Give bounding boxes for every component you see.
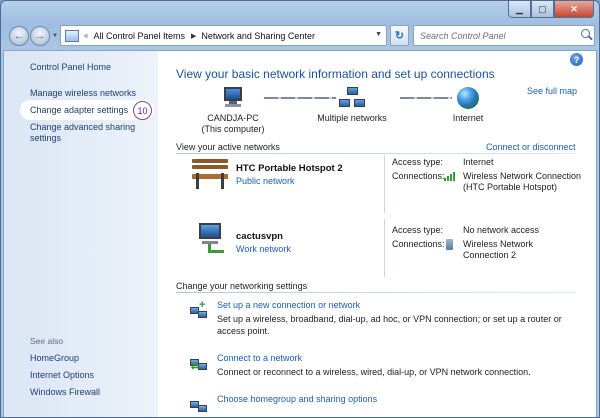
wireless-connection-2-link[interactable]: Wireless Network Connection 2: [463, 239, 553, 261]
vertical-divider: [384, 155, 385, 213]
access-type-label: Access type:: [392, 225, 444, 235]
forward-arrow-icon: →: [34, 30, 46, 42]
network-type-link[interactable]: Work network: [236, 244, 291, 254]
minimize-button[interactable]: ▁: [508, 1, 531, 18]
globe-icon: [457, 87, 479, 109]
computer-subtitle: (This computer): [201, 124, 265, 134]
help-icon[interactable]: ?: [570, 53, 583, 66]
change-adapter-settings-link[interactable]: Change adapter settings: [30, 105, 128, 116]
work-network-icon[interactable]: [194, 223, 226, 255]
see-also-heading: See also: [30, 336, 64, 346]
multiple-networks-icon: [338, 87, 366, 111]
connect-or-disconnect-link[interactable]: Connect or disconnect: [486, 142, 576, 152]
search-icon[interactable]: [581, 29, 590, 38]
wireless-connection-link[interactable]: Wireless Network Connection (HTC Portabl…: [463, 171, 583, 193]
step-badge: 10: [133, 101, 152, 120]
multiple-networks-label: Multiple networks: [317, 113, 387, 123]
sidebar: Control Panel Home Manage wireless netwo…: [4, 51, 158, 417]
public-network-bench-icon[interactable]: [192, 159, 228, 191]
maximize-icon: ▢: [538, 3, 547, 14]
network-type-link[interactable]: Public network: [236, 176, 295, 186]
map-node-internet[interactable]: Internet: [444, 87, 492, 124]
map-node-multiple-networks[interactable]: Multiple networks: [310, 87, 394, 124]
breadcrumb-separator-icon[interactable]: ▶: [191, 32, 196, 40]
breadcrumb-network-and-sharing-center[interactable]: Network and Sharing Center: [201, 31, 315, 41]
address-dropdown-icon[interactable]: ▼: [375, 31, 382, 38]
connections-label: Connections:: [392, 239, 445, 249]
access-type-value: No network access: [463, 225, 540, 235]
maximize-button[interactable]: ▢: [531, 1, 554, 18]
set-up-new-connection-link[interactable]: Set up a new connection or network: [217, 300, 360, 310]
network-sharing-center-window: ▁ ▢ ✕ ← → ▼ « All Control Panel Items ▶ …: [0, 0, 600, 418]
minimize-icon: ▁: [516, 3, 523, 14]
change-settings-heading: Change your networking settings: [176, 281, 308, 291]
map-node-computer[interactable]: CANDJA-PC (This computer): [200, 87, 266, 135]
content-area: Control Panel Home Manage wireless netwo…: [3, 50, 597, 417]
homegroup-link[interactable]: HomeGroup: [30, 353, 79, 364]
change-advanced-sharing-settings-link[interactable]: Change advanced sharing settings: [30, 122, 150, 144]
access-type-value: Internet: [463, 157, 494, 167]
active-network-2: cactusvpn Work network Access type: No n…: [176, 219, 586, 285]
new-connection-icon: +: [190, 300, 208, 318]
computer-icon: [221, 87, 245, 109]
network-name: HTC Portable Hotspot 2: [236, 163, 343, 174]
breadcrumb-overflow[interactable]: «: [84, 31, 88, 40]
internet-label: Internet: [452, 113, 484, 123]
connect-to-network-link[interactable]: Connect to a network: [217, 353, 302, 363]
task-description: Connect or reconnect to a wireless, wire…: [217, 367, 531, 377]
page-title: View your basic network information and …: [176, 67, 495, 81]
navigation-bar: ← → ▼ « All Control Panel Items ▶ Networ…: [1, 23, 599, 49]
active-network-1: HTC Portable Hotspot 2 Public network Ac…: [176, 155, 586, 221]
control-panel-home-link[interactable]: Control Panel Home: [30, 62, 111, 73]
wireless-signal-icon: [444, 172, 458, 181]
task-description: Set up a wireless, broadband, dial-up, a…: [217, 314, 562, 336]
control-panel-icon: [65, 29, 79, 42]
main-panel: ? View your basic network information an…: [158, 51, 596, 417]
forward-button[interactable]: →: [30, 26, 50, 46]
manage-wireless-networks-link[interactable]: Manage wireless networks: [30, 88, 136, 99]
caption-buttons: ▁ ▢ ✕: [508, 1, 594, 18]
connections-label: Connections:: [392, 171, 445, 181]
back-button[interactable]: ←: [9, 26, 29, 46]
homegroup-icon: [190, 396, 208, 412]
search-input[interactable]: [413, 25, 595, 46]
section-divider: [176, 153, 576, 154]
vertical-divider: [384, 219, 385, 277]
choose-homegroup-sharing-link[interactable]: Choose homegroup and sharing options: [217, 394, 377, 404]
access-type-label: Access type:: [392, 157, 444, 167]
network-adapter-icon: [446, 239, 453, 250]
windows-firewall-link[interactable]: Windows Firewall: [30, 387, 100, 398]
refresh-icon: ↻: [394, 30, 405, 42]
network-name: cactusvpn: [236, 231, 283, 242]
connect-network-icon: ⇄: [190, 355, 208, 371]
breadcrumb-all-control-panel-items[interactable]: All Control Panel Items: [93, 31, 185, 41]
see-full-map-link[interactable]: See full map: [527, 86, 577, 96]
close-button[interactable]: ✕: [554, 1, 594, 18]
computer-name: CANDJA-PC: [207, 113, 259, 123]
internet-options-link[interactable]: Internet Options: [30, 370, 94, 381]
section-divider: [176, 292, 576, 293]
recent-pages-dropdown-icon[interactable]: ▼: [52, 33, 58, 39]
active-networks-heading: View your active networks: [176, 142, 280, 152]
back-arrow-icon: ←: [13, 30, 25, 42]
address-bar[interactable]: « All Control Panel Items ▶ Network and …: [60, 25, 387, 46]
close-icon: ✕: [570, 3, 578, 14]
refresh-button[interactable]: ↻: [390, 25, 409, 46]
